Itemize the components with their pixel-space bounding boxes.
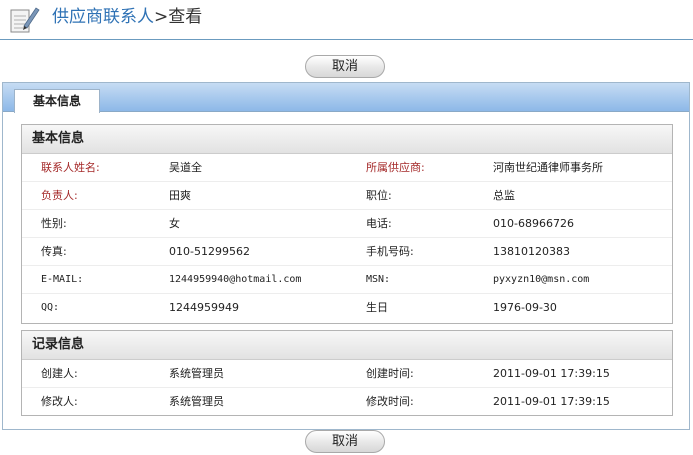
tab-bar: 基本信息 (3, 83, 689, 113)
table-row: 负责人: 田爽 职位: 总监 (22, 182, 672, 210)
table-row: 创建人: 系统管理员 创建时间: 2011-09-01 17:39:15 (22, 360, 672, 388)
breadcrumb-link-supplier-contacts[interactable]: 供应商联系人 (52, 7, 154, 27)
table-row: QQ: 1244959949 生日 1976-09-30 (22, 294, 672, 322)
modified-time-value: 2011-09-01 17:39:15 (493, 395, 610, 408)
created-time-value: 2011-09-01 17:39:15 (493, 367, 610, 380)
cancel-button-top[interactable]: 取消 (305, 55, 385, 78)
page-title: 供应商联系人>查看 (52, 6, 202, 28)
creator-label: 创建人: (41, 367, 78, 380)
cancel-button-bottom[interactable]: 取消 (305, 430, 385, 453)
owner-label: 负责人: (41, 189, 78, 202)
gender-value: 女 (169, 217, 180, 230)
fax-label: 传真: (41, 245, 67, 258)
modifier-label: 修改人: (41, 395, 78, 408)
breadcrumb-current: 查看 (168, 7, 203, 27)
record-info-section: 记录信息 创建人: 系统管理员 创建时间: 2011-09-01 17:39:1… (21, 330, 673, 416)
birthday-label: 生日 (366, 301, 388, 314)
creator-value: 系统管理员 (169, 367, 224, 380)
supplier-value: 河南世纪通律师事务所 (493, 161, 603, 174)
modified-time-label: 修改时间: (366, 395, 414, 408)
msn-value: pyxyzn10@msn.com (493, 274, 590, 285)
breadcrumb-separator: > (154, 7, 169, 27)
supplier-label: 所属供应商: (366, 161, 425, 174)
table-row: 性别: 女 电话: 010-68966726 (22, 210, 672, 238)
birthday-value: 1976-09-30 (493, 301, 557, 314)
notepad-pen-icon (10, 7, 40, 33)
email-value: 1244959940@hotmail.com (169, 274, 302, 285)
fax-value: 010-51299562 (169, 245, 250, 258)
contact-name-label: 联系人姓名: (41, 161, 100, 174)
mobile-label: 手机号码: (366, 245, 414, 258)
table-row: 传真: 010-51299562 手机号码: 13810120383 (22, 238, 672, 266)
email-label: E-MAIL: (41, 274, 84, 285)
table-row: 修改人: 系统管理员 修改时间: 2011-09-01 17:39:15 (22, 388, 672, 416)
tab-basic-info[interactable]: 基本信息 (14, 89, 100, 113)
modifier-value: 系统管理员 (169, 395, 224, 408)
phone-value: 010-68966726 (493, 217, 574, 230)
position-value: 总监 (493, 189, 515, 202)
detail-panel: 基本信息 基本信息 联系人姓名: 吴道全 所属供应商: 河南世纪通律师事务所 负… (2, 82, 690, 430)
contact-name-value: 吴道全 (169, 161, 202, 174)
page-header: 供应商联系人>查看 (0, 0, 693, 40)
created-time-label: 创建时间: (366, 367, 414, 380)
record-info-section-title: 记录信息 (22, 331, 672, 360)
basic-info-section: 基本信息 联系人姓名: 吴道全 所属供应商: 河南世纪通律师事务所 负责人: 田… (21, 124, 673, 324)
table-row: 联系人姓名: 吴道全 所属供应商: 河南世纪通律师事务所 (22, 154, 672, 182)
msn-label: MSN: (366, 274, 391, 285)
basic-info-section-title: 基本信息 (22, 125, 672, 154)
table-row: E-MAIL: 1244959940@hotmail.com MSN: pyxy… (22, 266, 672, 294)
qq-label: QQ: (41, 302, 60, 313)
position-label: 职位: (366, 189, 392, 202)
owner-value: 田爽 (169, 189, 191, 202)
gender-label: 性别: (41, 217, 67, 230)
qq-value: 1244959949 (169, 301, 239, 314)
mobile-value: 13810120383 (493, 245, 570, 258)
phone-label: 电话: (366, 217, 392, 230)
